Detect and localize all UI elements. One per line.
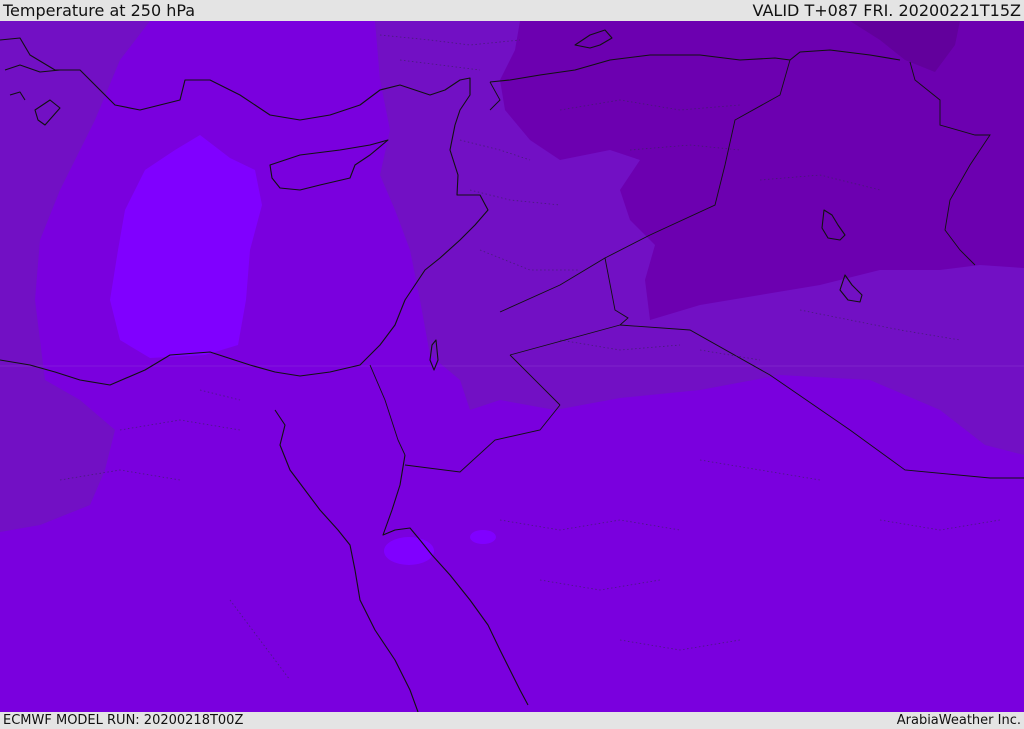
temperature-pocket-small <box>470 530 496 544</box>
valid-time-label: VALID T+087 FRI. 20200221T15Z <box>752 1 1021 20</box>
bottom-bar: ECMWF MODEL RUN: 20200218T00Z ArabiaWeat… <box>0 712 1024 729</box>
credit-label: ArabiaWeather Inc. <box>896 713 1021 728</box>
top-bar: Temperature at 250 hPa VALID T+087 FRI. … <box>0 0 1024 21</box>
model-run-label: ECMWF MODEL RUN: 20200218T00Z <box>3 713 244 728</box>
map-title: Temperature at 250 hPa <box>3 1 196 20</box>
map-canvas <box>0 21 1024 712</box>
weather-map-frame: Temperature at 250 hPa VALID T+087 FRI. … <box>0 0 1024 729</box>
temperature-pocket-south <box>384 537 434 565</box>
temperature-map[interactable] <box>0 21 1024 712</box>
